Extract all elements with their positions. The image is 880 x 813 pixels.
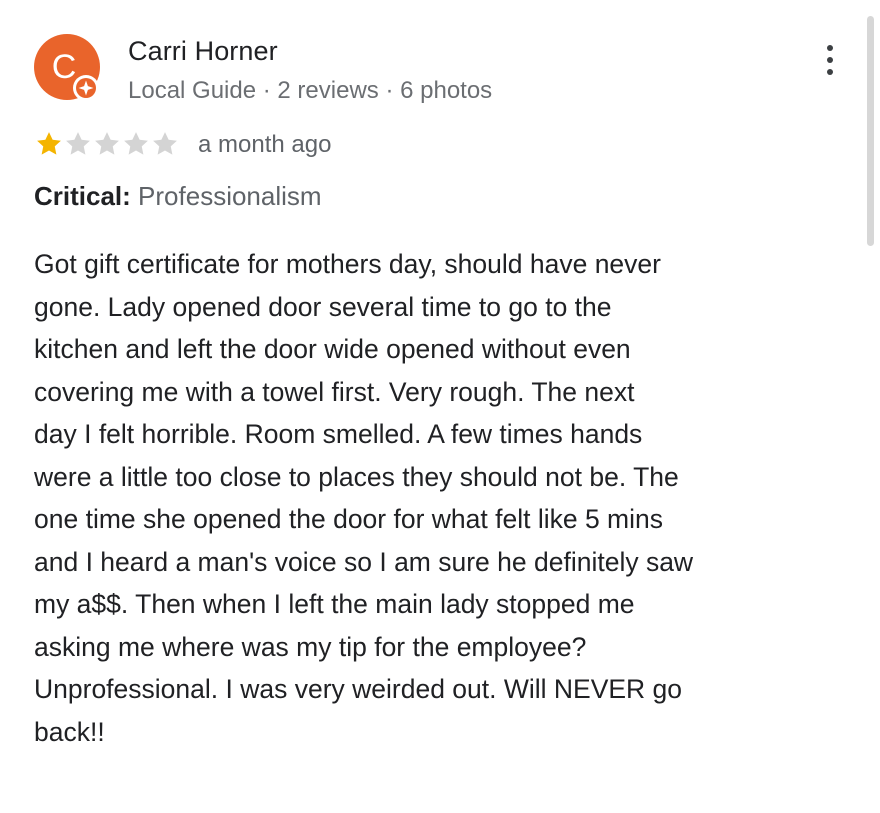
critical-label: Critical: <box>34 181 131 211</box>
local-guide-badge-icon <box>73 75 99 101</box>
review-card: C Carri Horner Local Guide · 2 reviews ·… <box>0 0 880 813</box>
star-empty-icon <box>66 132 90 155</box>
star-empty-icon <box>124 132 148 155</box>
more-vert-icon[interactable] <box>818 40 842 80</box>
reviewer-name[interactable]: Carri Horner <box>128 36 278 67</box>
review-text: Got gift certificate for mothers day, sh… <box>34 249 694 747</box>
star-empty-icon <box>153 132 177 155</box>
scrollbar[interactable] <box>867 16 874 246</box>
reviewer-meta[interactable]: Local Guide · 2 reviews · 6 photos <box>128 77 492 105</box>
critical-value: Professionalism <box>138 181 322 211</box>
star-rating <box>34 128 179 160</box>
star-empty-icon <box>95 132 119 155</box>
critical-attribute: Critical: Professionalism <box>34 181 322 212</box>
star-filled-icon <box>37 132 61 155</box>
review-time: a month ago <box>198 131 332 158</box>
